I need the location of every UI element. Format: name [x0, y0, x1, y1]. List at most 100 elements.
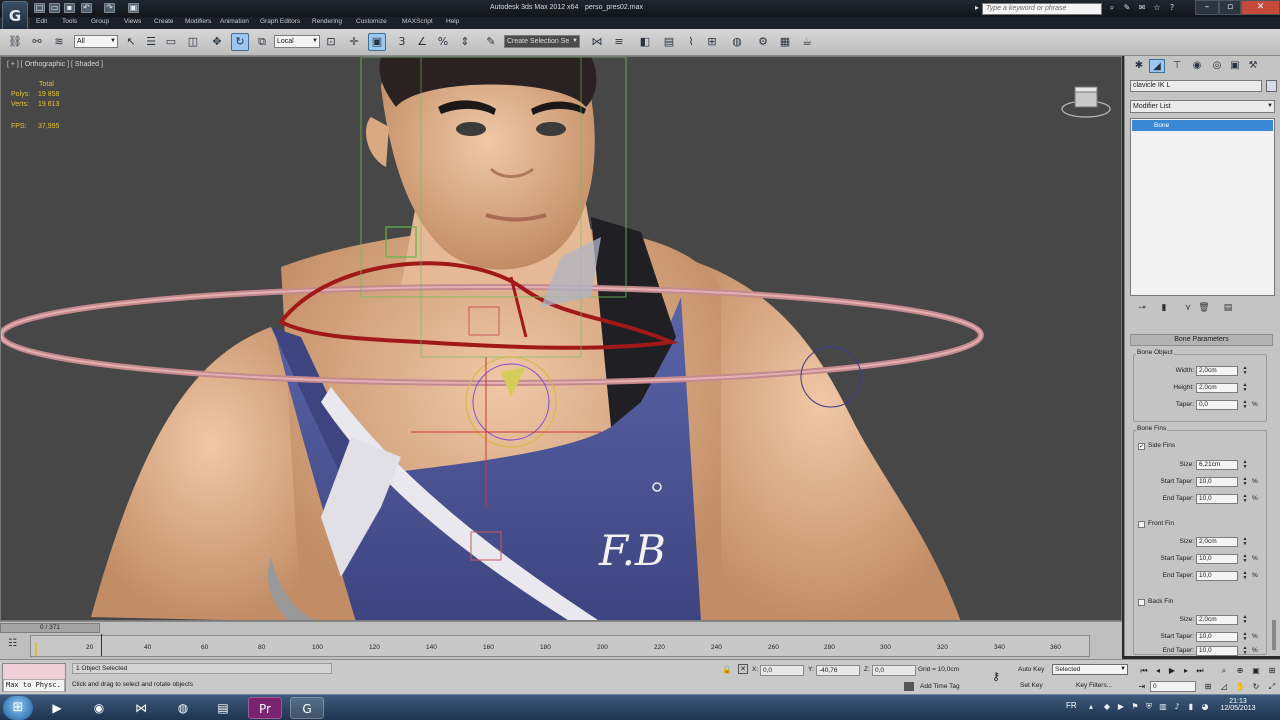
menu-group[interactable]: Group [91, 18, 109, 25]
firefox-icon[interactable]: ◉ [82, 697, 116, 719]
tray-chrome-icon[interactable]: ◕ [1200, 702, 1210, 712]
edit-named-selection-icon[interactable]: ✎ [482, 33, 500, 51]
front-size-spinner-arrows[interactable]: ▲ ▼ [1242, 537, 1248, 547]
save-file-icon[interactable]: ▪ [64, 3, 75, 13]
modify-tab-icon[interactable]: ◢ [1149, 59, 1165, 73]
back-size-spinner-arrows[interactable]: ▲ ▼ [1242, 615, 1248, 625]
start-button[interactable]: ⊞ [3, 696, 33, 720]
back-size-spinner[interactable]: 2,0cm [1196, 615, 1238, 625]
zoom-all-icon[interactable]: ⊕ [1234, 665, 1246, 676]
menu-modifiers[interactable]: Modifiers [185, 18, 211, 25]
back-fin-checkbox[interactable] [1138, 599, 1145, 606]
front-end-taper-spinner[interactable]: 10,0 [1196, 571, 1238, 581]
side-size-spinner[interactable]: 6,21cm [1196, 460, 1238, 470]
utilities-tab-icon[interactable]: ⚒ [1245, 59, 1261, 73]
menu-rendering[interactable]: Rendering [312, 18, 342, 25]
mirror-icon[interactable]: ⋈ [588, 33, 606, 51]
object-color-swatch[interactable] [1266, 80, 1277, 92]
select-object-icon[interactable]: ↖ [122, 33, 140, 51]
perspective-viewport[interactable]: F.B [ + ] [ Orthographic ] [ Shaded ] To… [0, 56, 1122, 621]
x-coordinate-input[interactable]: 0,0 [760, 665, 804, 676]
front-fin-checkbox[interactable] [1138, 521, 1145, 528]
tray-app-icon[interactable]: ◆ [1102, 702, 1112, 712]
unlink-icon[interactable]: ⚯ [28, 33, 46, 51]
menu-animation[interactable]: Animation [220, 18, 249, 25]
menu-edit[interactable]: Edit [36, 18, 47, 25]
side-fins-checkbox[interactable]: ✓ [1138, 443, 1145, 450]
select-rotate-icon[interactable]: ↻ [231, 33, 249, 51]
playhead[interactable] [101, 634, 102, 656]
menu-graph-editors[interactable]: Graph Editors [260, 18, 300, 25]
mini-curve-editor-icon[interactable]: ☷ [8, 638, 22, 652]
render-production-icon[interactable]: ☕ [798, 33, 816, 51]
select-manipulate-icon[interactable]: ✛ [345, 33, 363, 51]
tray-power-icon[interactable]: ▮ [1186, 702, 1196, 712]
maximize-button[interactable]: ▫ [1219, 0, 1241, 15]
curve-editor-icon[interactable]: ⌇ [682, 33, 700, 51]
communication-icon[interactable]: ✉ [1137, 3, 1147, 13]
system-clock[interactable]: 21:13 12/05/2013 [1216, 698, 1260, 712]
layer-manager-icon[interactable]: ◧ [636, 33, 654, 51]
timeline-track[interactable]: 20 40 60 80 100 120 140 160 180 200 220 … [30, 634, 1090, 657]
tray-media-icon[interactable]: ▶ [1116, 702, 1126, 712]
key-selection-dropdown[interactable]: Selected ▼ [1052, 664, 1128, 675]
key-filters-button[interactable]: Key Filters... [1076, 682, 1112, 689]
project-folder-icon[interactable]: ▣ [128, 3, 139, 13]
link-icon[interactable]: ⛓ [6, 33, 24, 51]
previous-frame-icon[interactable]: ◂ [1152, 665, 1164, 676]
graphite-toggle-icon[interactable]: ▤ [660, 33, 678, 51]
zoom-icon[interactable]: ⌕ [1218, 665, 1230, 676]
add-time-tag[interactable]: Add Time Tag [920, 683, 960, 690]
menu-tools[interactable]: Tools [62, 18, 77, 25]
z-coordinate-input[interactable]: 0,0 [872, 665, 916, 676]
tray-security-icon[interactable]: ⛨ [1144, 702, 1154, 712]
object-name-input[interactable]: clavicle IK L [1130, 80, 1262, 92]
front-size-spinner[interactable]: 2,0cm [1196, 537, 1238, 547]
side-start-taper-spinner[interactable]: 10,0 [1196, 477, 1238, 487]
show-end-result-icon[interactable]: ▮ [1157, 302, 1171, 314]
lock-selection-icon[interactable]: 🔒 [722, 665, 732, 674]
key-mode-icon[interactable]: ⇥ [1136, 681, 1148, 692]
y-coordinate-input[interactable]: -40,76 [816, 665, 860, 676]
subscription-icon[interactable]: ✎ [1122, 3, 1132, 13]
auto-key-button[interactable]: Auto Key [1018, 666, 1044, 673]
side-start-taper-arrows[interactable]: ▲ ▼ [1242, 477, 1248, 487]
set-key-icon[interactable]: ⚷ [992, 670, 1000, 683]
height-spinner-arrows[interactable]: ▲ ▼ [1242, 383, 1248, 393]
display-tab-icon[interactable]: ◎ [1209, 59, 1225, 73]
tray-flag-icon[interactable]: ⚑ [1130, 702, 1140, 712]
modifier-list-dropdown[interactable]: Modifier List ▼ [1130, 100, 1275, 113]
maxscript-listener-text[interactable]: Max to Physc. [3, 679, 65, 692]
menu-views[interactable]: Views [124, 18, 141, 25]
play-icon[interactable]: ▶ [1166, 665, 1178, 676]
angle-snap-icon[interactable]: ∠ [413, 33, 431, 51]
search-input[interactable]: Type a keyword or phrase [982, 3, 1102, 15]
app-logo-icon[interactable]: G [2, 1, 28, 31]
front-start-taper-arrows[interactable]: ▲ ▼ [1242, 554, 1248, 564]
next-frame-icon[interactable]: ▸ [1180, 665, 1192, 676]
network-icon[interactable]: ◍ [166, 697, 200, 719]
close-button[interactable]: ✕ [1241, 0, 1280, 15]
media-player-icon[interactable]: ▶ [40, 697, 74, 719]
rendered-frame-icon[interactable]: ▦ [776, 33, 794, 51]
maximize-viewport-icon[interactable]: ⤢ [1266, 681, 1278, 692]
zoom-extents-all-icon[interactable]: ⊞ [1266, 665, 1278, 676]
side-end-taper-arrows[interactable]: ▲ ▼ [1242, 494, 1248, 504]
snaps-toggle-icon[interactable]: 3 [393, 33, 411, 51]
display-panel-icon[interactable]: ▣ [1227, 59, 1243, 73]
spinner-snap-icon[interactable]: ⇕ [456, 33, 474, 51]
motion-tab-icon[interactable]: ◉ [1189, 59, 1205, 73]
selection-filter-dropdown[interactable]: All ▼ [74, 35, 118, 48]
favorites-icon[interactable]: ☆ [1152, 3, 1162, 13]
front-start-taper-spinner[interactable]: 10,0 [1196, 554, 1238, 564]
current-frame-input[interactable]: 0 [1150, 681, 1196, 692]
go-to-end-icon[interactable]: ⏭ [1194, 665, 1206, 676]
rectangular-selection-icon[interactable]: ▭ [162, 33, 180, 51]
side-end-taper-spinner[interactable]: 10,0 [1196, 494, 1238, 504]
command-panel-scrollbar[interactable] [1272, 620, 1276, 650]
configure-modifier-sets-icon[interactable]: ▤ [1221, 302, 1235, 314]
stack-item-bone[interactable]: Bone [1132, 120, 1273, 131]
back-start-taper-arrows[interactable]: ▲ ▼ [1242, 632, 1248, 642]
menu-help[interactable]: Help [446, 18, 459, 25]
viewport-label[interactable]: [ + ] [ Orthographic ] [ Shaded ] [7, 61, 103, 68]
